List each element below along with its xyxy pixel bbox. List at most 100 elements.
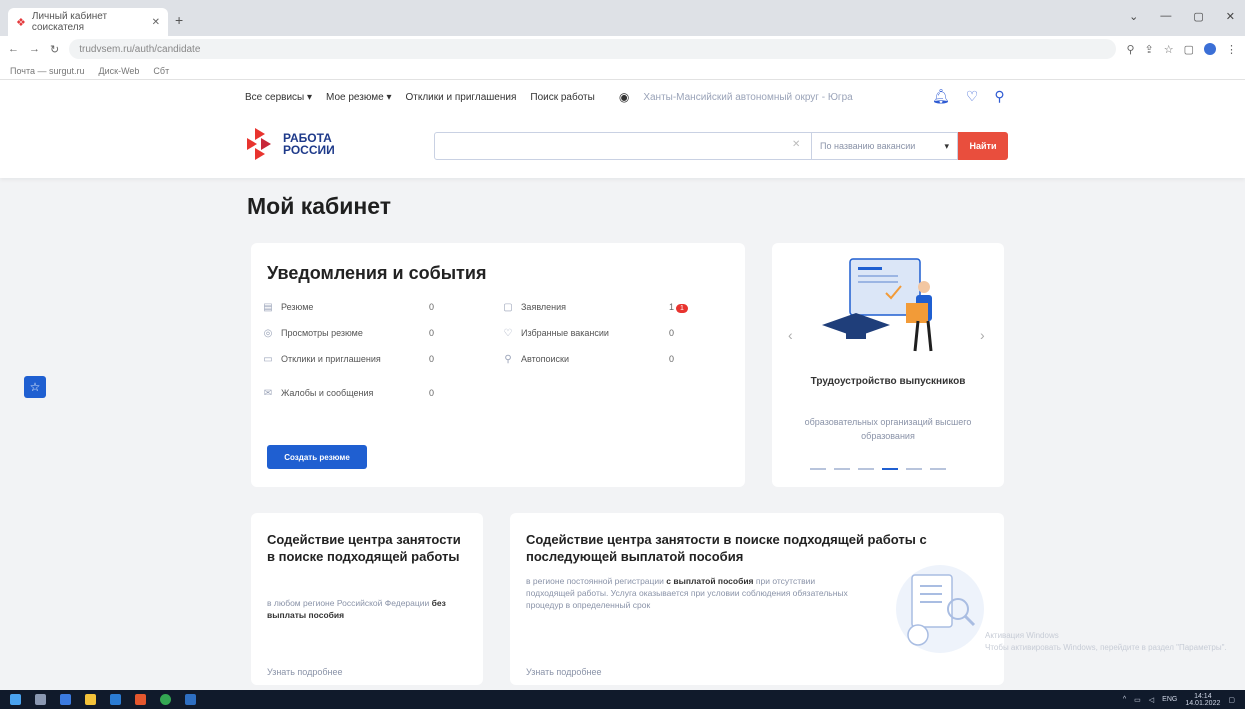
chevron-right-icon[interactable]: › <box>980 327 985 343</box>
network-icon[interactable]: ▭ <box>1134 696 1141 704</box>
eye-icon[interactable]: ◉ <box>619 90 629 104</box>
zoom-icon[interactable]: ⚲ <box>1126 43 1134 56</box>
bookmark-item[interactable]: Сбт <box>153 66 169 76</box>
volume-icon[interactable]: ◁ <box>1149 696 1154 704</box>
back-icon[interactable]: ← <box>8 43 19 55</box>
windows-activation-watermark: Активация Windows Чтобы активировать Win… <box>985 631 1227 652</box>
service-b-more-link[interactable]: Узнать подробнее <box>526 667 602 677</box>
star-icon: ☆ <box>29 380 41 394</box>
minimize-icon[interactable]: — <box>1160 10 1171 23</box>
nav-my-resume[interactable]: Мое резюме ▾ <box>326 92 391 103</box>
notif-favorite-vacancies[interactable]: ♡ Избранные вакансии 0 <box>501 325 689 341</box>
slider-dot[interactable] <box>834 468 850 470</box>
site-header: Все сервисы ▾ Мое резюме ▾ Отклики и при… <box>0 80 1245 178</box>
chevron-down-icon[interactable]: ⌄ <box>1129 10 1138 23</box>
reload-icon[interactable]: ↻ <box>50 43 59 56</box>
documents-illustration <box>896 565 984 653</box>
mail-icon: ✉ <box>263 387 273 399</box>
forward-icon[interactable]: → <box>29 43 40 55</box>
clear-icon[interactable]: ✕ <box>792 139 800 150</box>
word-icon[interactable] <box>110 694 121 705</box>
maximize-icon[interactable]: ▢ <box>1193 10 1203 23</box>
window-controls: ⌄ — ▢ ✕ <box>1129 10 1235 23</box>
logo-mark-icon <box>247 128 277 160</box>
notif-responses[interactable]: ▭ Отклики и приглашения 0 <box>261 351 449 367</box>
chevron-left-icon[interactable]: ‹ <box>788 327 793 343</box>
top-nav: Все сервисы ▾ Мое резюме ▾ Отклики и при… <box>245 90 883 104</box>
start-icon[interactable] <box>10 694 21 705</box>
bookmark-item[interactable]: Диск-Web <box>99 66 140 76</box>
notifications-icon[interactable]: ▢ <box>1228 696 1235 704</box>
notification-badge: 1 <box>676 303 688 313</box>
slider-dots <box>810 468 946 470</box>
system-tray: ^ ▭ ◁ ENG 14:14 14.01.2022 ▢ <box>1123 693 1235 707</box>
slide-description: образовательных организаций высшего обра… <box>804 417 972 441</box>
url-text: trudvsem.ru/auth/candidate <box>79 43 201 55</box>
tray-arrow-icon[interactable]: ^ <box>1123 696 1126 703</box>
notif-applications[interactable]: ▢ Заявления 11 <box>501 299 689 315</box>
star-icon[interactable]: ☆ <box>1164 43 1174 56</box>
bell-icon[interactable]: 🔔︎ <box>932 88 950 105</box>
slider-dot[interactable] <box>906 468 922 470</box>
nav-responses[interactable]: Отклики и приглашения <box>406 92 517 103</box>
browser-tab-bar: ❖ Личный кабинет соискателя ✕ + ⌄ — ▢ ✕ <box>0 0 1245 36</box>
browser-actions: ⚲ ⇪ ☆ ▢ ⋮ <box>1126 43 1237 56</box>
create-resume-button[interactable]: Создать резюме <box>267 445 367 469</box>
search-button[interactable]: Найти <box>958 132 1008 160</box>
graduate-illustration <box>822 258 933 352</box>
bookmark-item[interactable]: Почта — surgut.ru <box>10 66 85 76</box>
bookmarks-bar: Почта — surgut.ru Диск-Web Сбт <box>0 62 1245 80</box>
notifications-title: Уведомления и события <box>267 263 487 283</box>
heart-icon[interactable]: ♡ <box>966 88 979 105</box>
nav-all-services[interactable]: Все сервисы ▾ <box>245 92 312 103</box>
region-selector[interactable]: Ханты-Мансийский автономный округ - Югра <box>643 92 883 103</box>
slider-dot[interactable] <box>810 468 826 470</box>
document-icon: ▤ <box>263 301 273 313</box>
service-a-description: в любом регионе Российской Федерации без… <box>267 598 446 620</box>
sidepanel-icon[interactable]: ▢ <box>1184 43 1194 56</box>
language-indicator[interactable]: ENG <box>1162 696 1177 703</box>
share-icon[interactable]: ⇪ <box>1145 43 1154 56</box>
explorer-icon[interactable] <box>85 694 96 705</box>
service-a-title: Содействие центра занятости в поиске под… <box>267 532 461 564</box>
search-icon: ⚲ <box>504 353 512 365</box>
close-tab-icon[interactable]: ✕ <box>152 17 160 28</box>
favorites-float-button[interactable]: ☆ <box>24 376 46 398</box>
browser-tab[interactable]: ❖ Личный кабинет соискателя ✕ <box>8 8 168 36</box>
address-bar-row: ← → ↻ trudvsem.ru/auth/candidate ⚲ ⇪ ☆ ▢… <box>0 36 1245 62</box>
clock[interactable]: 14:14 14.01.2022 <box>1185 693 1220 707</box>
profile-avatar[interactable] <box>1204 43 1216 55</box>
promo-slider-card: ‹ › Трудоустройство выпускников образова… <box>772 243 1004 487</box>
task-view-icon[interactable] <box>35 694 46 705</box>
new-tab-icon[interactable]: + <box>175 12 183 28</box>
app-icon[interactable] <box>185 694 196 705</box>
service-b-description: в регионе постоянной регистрации с выпла… <box>526 576 848 610</box>
search-input[interactable] <box>434 132 812 160</box>
site-logo[interactable]: РАБОТА РОССИИ <box>247 128 335 160</box>
mail-app-icon[interactable] <box>60 694 71 705</box>
slider-dot[interactable] <box>882 468 898 470</box>
chrome-icon[interactable] <box>160 694 171 705</box>
search-mode-select[interactable]: По названию вакансии ▾ <box>812 132 958 160</box>
notifications-card: Уведомления и события ▤ Резюме 0 ◎ Просм… <box>251 243 745 487</box>
eye-icon: ◎ <box>263 327 273 339</box>
notif-autosearch[interactable]: ⚲ Автопоиски 0 <box>501 351 689 367</box>
chat-icon: ▭ <box>263 353 273 365</box>
close-window-icon[interactable]: ✕ <box>1226 10 1235 23</box>
yandex-icon[interactable] <box>135 694 146 705</box>
slider-dot[interactable] <box>858 468 874 470</box>
logo-line2: РОССИИ <box>283 143 335 157</box>
slider-dot[interactable] <box>930 468 946 470</box>
page-title: Мой кабинет <box>247 193 392 219</box>
nav-job-search[interactable]: Поиск работы <box>530 92 594 103</box>
user-icon[interactable]: ⚲ <box>994 88 1004 105</box>
url-field[interactable]: trudvsem.ru/auth/candidate <box>69 39 1117 59</box>
notif-complaints[interactable]: ✉ Жалобы и сообщения 0 <box>261 385 449 401</box>
clipboard-icon: ▢ <box>503 301 513 313</box>
notif-resume[interactable]: ▤ Резюме 0 <box>261 299 449 315</box>
site-favicon-icon: ❖ <box>16 16 26 29</box>
service-card-with-benefit: Содействие центра занятости в поиске под… <box>510 513 1004 685</box>
notif-resume-views[interactable]: ◎ Просмотры резюме 0 <box>261 325 449 341</box>
menu-icon[interactable]: ⋮ <box>1226 43 1237 56</box>
service-a-more-link[interactable]: Узнать подробнее <box>267 667 343 677</box>
